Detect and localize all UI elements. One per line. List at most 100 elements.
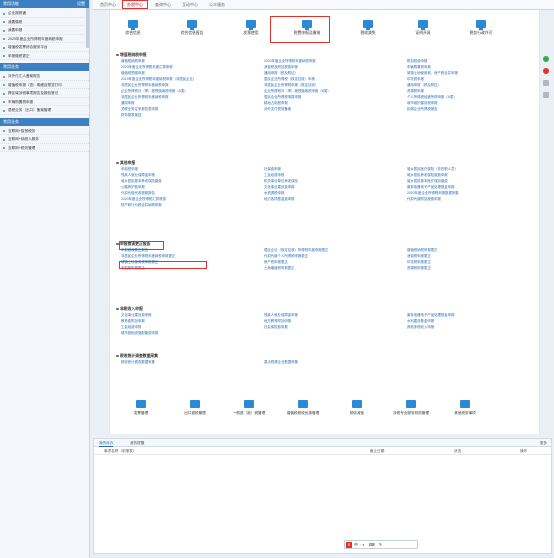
- monitor-icon: [187, 20, 197, 30]
- column-header: 截止日期: [370, 449, 385, 453]
- print-icon[interactable]: [543, 92, 549, 98]
- sidebar-item[interactable]: 2020年度企业所得税年度纳税申报: [0, 35, 89, 43]
- sidebar-item[interactable]: 互联网+税务管理: [0, 144, 89, 152]
- service-link[interactable]: 资源税申报更正: [407, 265, 541, 271]
- sidebar-group-title: 常用业务: [3, 118, 19, 124]
- service-link[interactable]: 财务报表报送: [121, 112, 264, 118]
- sidebar-group-header[interactable]: 常用功能 设置: [0, 0, 89, 8]
- monitor-icon: [460, 400, 470, 408]
- monitor-icon: [352, 400, 362, 408]
- more-link[interactable]: 更多: [540, 439, 547, 447]
- bottom-category-2[interactable]: 一般退（抵）税管理: [224, 400, 274, 416]
- column-header: 事项名称（申报表）: [104, 449, 137, 453]
- service-section: 其他申报 车船税申报 社保费申报 城乡居民医疗保险（非在职人员） 残疾人就业保障金申报工…: [115, 160, 535, 208]
- service-link[interactable]: 重点税源企业数据采集: [264, 359, 407, 365]
- sidebar-list: 企业报税通 我要缴税 我要申报 2020年度企业所得税年度纳税申报 增值税发票综合服务平…: [0, 8, 89, 63]
- service-section: 非税收入申报 文化事业建设费申报 残疾人就业保障金申报 废弃电器电子产品处理基金申报教…: [115, 306, 535, 336]
- sidebar-group-title: 常用功能: [3, 1, 19, 6]
- service-link[interactable]: 财产和行为税合并纳税申报: [121, 202, 264, 208]
- tab-my-reminders[interactable]: 我的提醒: [130, 439, 144, 447]
- service-section: 税收统计调查数据采集 税收统计调查数据采集 重点税源企业数据采集: [115, 353, 535, 365]
- sidebar-item[interactable]: 申报缴税更正: [0, 52, 89, 60]
- link-grid: 增值税纳税申报 2020年度企业所得税年度纳税申报 附加税费申报 2020年度企业所得…: [115, 58, 535, 118]
- sidebar-group-header[interactable]: 常用业务: [0, 63, 89, 71]
- sidebar-list: 对外付汇人备案报告 增值税申报（查）明细及预览打印 跨区域涉税事项报告及报验登记 车辆…: [0, 71, 89, 118]
- bottom-category-1[interactable]: 出口退税管理: [170, 400, 220, 416]
- bottom-category-label: 出口退税管理: [184, 411, 206, 415]
- monitor-icon: [190, 400, 200, 408]
- action-icon[interactable]: [543, 56, 549, 62]
- monitor-icon: [244, 400, 254, 408]
- tab-my-todo[interactable]: 我的待办: [99, 439, 114, 447]
- sidebar-item[interactable]: 增值税申报（查）明细及预览打印: [0, 81, 89, 89]
- action-icon[interactable]: [543, 68, 549, 74]
- sidebar-item[interactable]: 退税业务（出口）备案管理: [0, 106, 89, 115]
- section-title: 非税收入申报: [115, 306, 535, 312]
- section-title: 税收统计调查数据采集: [115, 353, 535, 359]
- ime-toolbar[interactable]: S 中·◐ ⌨ ✎: [344, 540, 418, 549]
- service-link[interactable]: 税收统计调查数据采集: [121, 359, 264, 365]
- category-label: 证明开具: [415, 31, 431, 35]
- tab-interaction-center[interactable]: 互动中心: [179, 1, 201, 9]
- monitor-icon: [128, 20, 138, 30]
- sidebar-settings-link[interactable]: 设置: [77, 0, 85, 8]
- sidebar-group-header[interactable]: 常用业务: [0, 117, 89, 126]
- bottom-category-label: 增值税税收优惠管理: [286, 411, 320, 415]
- tab-query-center[interactable]: 查询中心: [152, 1, 174, 9]
- sidebar-item[interactable]: 企业报税通: [0, 9, 89, 18]
- category-6[interactable]: 税务行政许可: [454, 20, 508, 36]
- print-icon[interactable]: [543, 80, 549, 86]
- category-1[interactable]: 综合信息报告: [165, 20, 219, 36]
- highlight-box: [122, 0, 148, 9]
- service-link[interactable]: 对外支付税务备案: [264, 106, 407, 112]
- bottom-category-0[interactable]: 发票管理: [116, 400, 166, 416]
- bottom-category-label: 发票管理: [133, 411, 149, 415]
- pending-table-header: 事项名称（申报表） 截止日期 状态 操作: [94, 447, 551, 455]
- service-link[interactable]: 城市基础设施配套费申报: [121, 330, 264, 336]
- highlight-box: [119, 261, 207, 269]
- category-label: 税收减免: [360, 31, 376, 35]
- sidebar-item[interactable]: 互联网+纳税人服务: [0, 135, 89, 144]
- bottom-category-5[interactable]: 涉税专业服务机构管理: [386, 400, 436, 416]
- sidebar-item[interactable]: 对外付汇人备案报告: [0, 72, 89, 81]
- sidebar-item[interactable]: 车辆购置税申报: [0, 98, 89, 106]
- top-tab-bar: 首页中心 办税中心 查询中心 互动中心 公众服务: [93, 0, 554, 10]
- section-title: 其他申报: [115, 160, 535, 166]
- sidebar-item[interactable]: 互联网+智慧税务: [0, 127, 89, 135]
- service-section: 增值税纳税申报 增值税纳税申报 2020年度企业所得税年度纳税申报 附加税费申报 202…: [115, 52, 535, 118]
- bottom-category-4[interactable]: 税收减免: [332, 400, 382, 416]
- tab-home[interactable]: 首页中心: [97, 1, 119, 9]
- link-grid: 文化事业建设费申报 残疾人就业保障金申报 废弃电器电子产品处理基金申报 教育费附加申报…: [115, 312, 535, 336]
- highlight-box: [270, 16, 330, 43]
- highlight-box: [119, 241, 164, 250]
- sidebar-scrollbar[interactable]: [86, 8, 89, 48]
- tab-public-service[interactable]: 公众服务: [206, 1, 228, 9]
- service-link[interactable]: 代扣代缴附加税费申报: [407, 196, 541, 202]
- sidebar-item[interactable]: 我要缴税: [0, 18, 89, 26]
- service-link[interactable]: 土地增值税申报更正: [264, 265, 407, 271]
- monitor-icon: [418, 20, 428, 30]
- main-panel: 综合信息 综合信息报告 发票使用 税费申报及缴纳 税收减免 证明开具 税务行政许可 增值税纳…: [109, 10, 540, 434]
- right-action-bar: [543, 56, 552, 104]
- category-label: 综合信息: [125, 31, 141, 35]
- sidebar-item[interactable]: 我要申报: [0, 26, 89, 35]
- bottom-category-6[interactable]: 其他税务事项: [440, 400, 490, 416]
- service-link[interactable]: 其他非税收入申报: [407, 324, 541, 330]
- monitor-icon: [363, 20, 373, 30]
- category-4[interactable]: 税收减免: [341, 20, 395, 36]
- category-0[interactable]: 综合信息: [106, 20, 160, 36]
- service-link[interactable]: 扣缴企业所得税报告: [407, 106, 541, 112]
- service-link[interactable]: 地方各项基金费申报: [264, 196, 407, 202]
- sidebar-item[interactable]: 跨区域涉税事项报告及报验登记: [0, 89, 89, 98]
- sidebar-group-title: 常用业务: [3, 64, 19, 69]
- sogou-logo-icon: S: [346, 542, 352, 548]
- column-header: 状态: [454, 449, 462, 453]
- bottom-category-3[interactable]: 增值税税收优惠管理: [278, 400, 328, 416]
- category-5[interactable]: 证明开具: [396, 20, 450, 36]
- monitor-icon: [136, 400, 146, 408]
- section-title: 申报错误更正报告: [115, 241, 535, 247]
- service-link[interactable]: 社会保险费申报: [264, 324, 407, 330]
- sidebar-item[interactable]: 增值税发票综合服务平台: [0, 43, 89, 52]
- sidebar-list: 互联网+智慧税务 互联网+纳税人服务 互联网+税务管理: [0, 126, 89, 156]
- monitor-icon: [246, 20, 256, 30]
